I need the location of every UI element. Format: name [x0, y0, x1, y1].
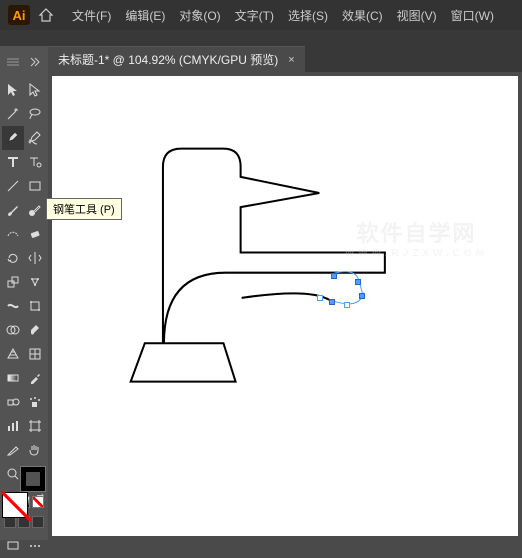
tab-bar: 未标题-1* @ 104.92% (CMYK/GPU 预览) × [48, 46, 522, 72]
direction-handle[interactable] [344, 302, 350, 308]
artboard-tool-icon[interactable] [24, 414, 46, 438]
title-bar: Ai 文件(F) 编辑(E) 对象(O) 文字(T) 选择(S) 效果(C) 视… [0, 0, 522, 30]
lasso-tool-icon[interactable] [24, 102, 46, 126]
menu-type[interactable]: 文字(T) [229, 3, 280, 28]
scale-tool-icon[interactable] [2, 270, 24, 294]
watermark: 软件自学网 WWW.RJZXW.COM [345, 216, 488, 259]
artboard[interactable]: 软件自学网 WWW.RJZXW.COM [52, 76, 518, 536]
touch-type-tool-icon[interactable] [24, 150, 46, 174]
reflect-tool-icon[interactable] [24, 246, 46, 270]
control-bar [0, 30, 522, 46]
pen-tool-tooltip: 钢笔工具 (P) [46, 198, 122, 220]
menu-edit[interactable]: 编辑(E) [119, 3, 171, 28]
puppet-tool-icon[interactable] [24, 270, 46, 294]
document-tab[interactable]: 未标题-1* @ 104.92% (CMYK/GPU 预览) × [48, 46, 305, 72]
canvas-viewport[interactable]: 软件自学网 WWW.RJZXW.COM [48, 72, 522, 540]
pen-tool-icon[interactable] [2, 126, 24, 150]
artwork-drawing [52, 76, 518, 542]
main-menu: 文件(F) 编辑(E) 对象(O) 文字(T) 选择(S) 效果(C) 视图(V… [66, 3, 500, 28]
fill-swatch[interactable] [2, 492, 28, 518]
document-area: 未标题-1* @ 104.92% (CMYK/GPU 预览) × [48, 46, 522, 540]
workspace: ⇄ 钢笔工具 (P) 未标题-1* @ 104.92% (CMYK/GPU 预览… [0, 46, 522, 540]
draw-mode-inside[interactable] [32, 516, 44, 528]
document-tab-title: 未标题-1* @ 104.92% (CMYK/GPU 预览) [58, 51, 278, 68]
rotate-tool-icon[interactable] [2, 246, 24, 270]
brush-tool-icon[interactable] [2, 198, 24, 222]
app-logo: Ai [8, 5, 30, 25]
menu-view[interactable]: 视图(V) [391, 3, 443, 28]
curvature-tool-icon[interactable] [24, 126, 46, 150]
slice-tool-icon[interactable] [2, 438, 24, 462]
eyedropper-tool-icon[interactable] [24, 366, 46, 390]
graph-tool-icon[interactable] [2, 414, 24, 438]
live-paint-tool-icon[interactable] [24, 318, 46, 342]
shape-builder-tool-icon[interactable] [2, 318, 24, 342]
line-tool-icon[interactable] [2, 174, 24, 198]
selection-tool-icon[interactable] [2, 78, 24, 102]
tab-close-icon[interactable]: × [288, 54, 294, 66]
rectangle-tool-icon[interactable] [24, 174, 46, 198]
home-icon[interactable] [38, 7, 54, 23]
menu-select[interactable]: 选择(S) [282, 3, 334, 28]
blend-tool-icon[interactable] [2, 390, 24, 414]
blob-brush-tool-icon[interactable] [24, 198, 46, 222]
edit-toolbar-icon[interactable] [24, 534, 46, 558]
mesh-tool-icon[interactable] [24, 342, 46, 366]
symbol-sprayer-tool-icon[interactable] [24, 390, 46, 414]
color-mode-none[interactable] [32, 496, 44, 508]
gradient-tool-icon[interactable] [2, 366, 24, 390]
menu-object[interactable]: 对象(O) [173, 3, 226, 28]
type-tool-icon[interactable] [2, 150, 24, 174]
stroke-swatch[interactable] [20, 466, 46, 492]
anchor-handle[interactable] [355, 279, 361, 285]
screen-mode-icon[interactable] [2, 534, 24, 558]
toolbar-grip[interactable] [2, 50, 24, 74]
eraser-tool-icon[interactable] [24, 222, 46, 246]
magic-wand-tool-icon[interactable] [2, 102, 24, 126]
collapse-icon[interactable] [24, 50, 46, 74]
menu-effect[interactable]: 效果(C) [336, 3, 389, 28]
hand-tool-icon[interactable] [24, 438, 46, 462]
anchor-handle[interactable] [359, 293, 365, 299]
free-transform-tool-icon[interactable] [24, 294, 46, 318]
direction-handle[interactable] [317, 295, 323, 301]
width-tool-icon[interactable] [2, 294, 24, 318]
anchor-handle[interactable] [331, 273, 337, 279]
menu-file[interactable]: 文件(F) [66, 3, 117, 28]
anchor-handle[interactable] [329, 299, 335, 305]
shaper-tool-icon[interactable] [2, 222, 24, 246]
toolbar: ⇄ 钢笔工具 (P) [0, 46, 48, 540]
menu-window[interactable]: 窗口(W) [445, 3, 500, 28]
perspective-tool-icon[interactable] [2, 342, 24, 366]
direct-selection-tool-icon[interactable] [24, 78, 46, 102]
